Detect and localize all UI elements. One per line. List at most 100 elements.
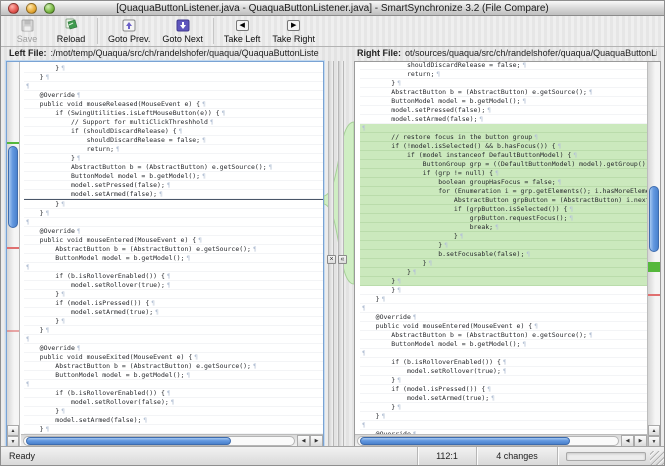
- code-line: AbstractButton b = (AbstractButton) e.ge…: [360, 88, 647, 97]
- code-line: model.setArmed(true);: [24, 308, 323, 317]
- diff-overview-marker-red: [7, 330, 19, 332]
- minimize-button[interactable]: [26, 3, 37, 14]
- left-horizontal-scrollbar-thumb[interactable]: [26, 437, 231, 445]
- code-line: model.setArmed(false);: [24, 190, 323, 199]
- code-line: AbstractButton b = (AbstractButton) e.ge…: [24, 245, 323, 254]
- left-pane: ▲ ▼ } } @Override public void mouseRelea…: [6, 61, 324, 448]
- take-left-button[interactable]: ◀ Take Left: [218, 16, 267, 46]
- save-icon: [21, 18, 34, 33]
- code-line: }: [360, 376, 647, 385]
- code-line: }: [24, 425, 323, 434]
- code-line: }: [360, 79, 647, 88]
- code-line: @Override: [24, 91, 323, 100]
- code-line: public void mouseReleased(MouseEvent e) …: [24, 100, 323, 109]
- right-file-header: Right File:ot/sources/quaqua/src/ch/rand…: [357, 48, 657, 58]
- code-line: model.setArmed(true);: [360, 394, 647, 403]
- left-arrow-icon: ◀: [626, 438, 630, 444]
- take-right-icon: ▶: [287, 18, 300, 33]
- code-line: [24, 263, 323, 272]
- code-line: }: [360, 286, 647, 295]
- goto-prev-label: Goto Prev.: [108, 34, 150, 44]
- code-line: AbstractButton b = (AbstractButton) e.ge…: [24, 163, 323, 172]
- code-line: ButtonGroup grp = ((DefaultButtonModel) …: [360, 160, 647, 169]
- code-line: if (SwingUtilities.isLeftMouseButton(e))…: [24, 109, 323, 118]
- compare-area: ▲ ▼ } } @Override public void mouseRelea…: [1, 61, 664, 448]
- left-vertical-scrollbar-thumb[interactable]: [8, 146, 18, 228]
- code-line: }: [24, 64, 323, 73]
- code-line: }: [24, 209, 323, 218]
- left-vertical-scrollbar[interactable]: ▲ ▼: [7, 62, 20, 447]
- diff-overview-marker-red: [648, 294, 660, 296]
- right-vertical-scrollbar-thumb[interactable]: [649, 186, 659, 252]
- code-line: return;: [360, 70, 647, 79]
- code-line: [24, 218, 323, 227]
- up-arrow-icon: ▲: [652, 428, 657, 434]
- code-line: ButtonModel model = b.getModel();: [24, 371, 323, 380]
- status-bar: Ready 112:1 4 changes: [1, 446, 664, 465]
- code-line: @Override: [24, 344, 323, 353]
- code-line: boolean groupHasFocus = false;: [360, 178, 647, 187]
- reject-change-button[interactable]: ×: [327, 255, 336, 264]
- code-line: }: [24, 200, 323, 209]
- right-arrow-icon: ▶: [315, 438, 319, 444]
- code-line: if (shouldDiscardRelease) {: [24, 127, 323, 136]
- code-line: for (Enumeration i = grp.getElements(); …: [360, 187, 647, 196]
- scroll-up-button[interactable]: ▲: [7, 425, 19, 436]
- code-line: }: [360, 403, 647, 412]
- code-line: }: [360, 232, 647, 241]
- scroll-up-button[interactable]: ▲: [648, 425, 660, 436]
- left-file-path: :/mot/temp/Quaqua/src/ch/randelshofer/qu…: [51, 48, 319, 58]
- right-file-path: ot/sources/quaqua/src/ch/randelshofer/qu…: [405, 48, 657, 58]
- code-line: }: [360, 412, 647, 421]
- zoom-button[interactable]: [44, 3, 55, 14]
- toolbar: Save Reload Goto Prev. Goto Next ◀: [1, 16, 664, 47]
- traffic-lights: [8, 3, 55, 14]
- left-code[interactable]: } } @Override public void mouseReleased(…: [21, 62, 323, 434]
- down-arrow-icon: ▼: [11, 439, 16, 445]
- reload-button[interactable]: Reload: [49, 16, 93, 46]
- code-line: model.setPressed(false);: [360, 106, 647, 115]
- code-line: model.setRollover(true);: [360, 367, 647, 376]
- right-code[interactable]: shouldDiscardRelease = false; return; } …: [355, 59, 647, 434]
- goto-next-button[interactable]: Goto Next: [156, 16, 209, 46]
- code-line: AbstractButton b = (AbstractButton) e.ge…: [360, 331, 647, 340]
- code-line: if (!model.isSelected() && b.hasFocus())…: [360, 142, 647, 151]
- cursor-position: 112:1: [418, 451, 476, 461]
- right-arrow-icon: ▶: [639, 438, 643, 444]
- save-button[interactable]: Save: [5, 16, 49, 46]
- right-horizontal-scrollbar-thumb[interactable]: [360, 437, 570, 445]
- code-line: [360, 124, 647, 133]
- code-line: public void mouseExited(MouseEvent e) {: [24, 353, 323, 362]
- code-line: // Support for multiClickThreshhold: [24, 118, 323, 127]
- code-line: public void mouseEntered(MouseEvent e) {: [360, 322, 647, 331]
- code-line: [360, 421, 647, 430]
- code-line: AbstractButton grpButton = (AbstractButt…: [360, 196, 647, 205]
- goto-next-label: Goto Next: [162, 34, 203, 44]
- code-line: shouldDiscardRelease = false;: [24, 136, 323, 145]
- goto-prev-icon: [122, 18, 136, 33]
- code-line: }: [24, 154, 323, 163]
- code-line: ButtonModel model = b.getModel();: [24, 172, 323, 181]
- left-file-label: Left File:: [9, 48, 47, 58]
- take-change-button[interactable]: «: [338, 255, 347, 264]
- code-line: }: [360, 259, 647, 268]
- code-line: @Override: [360, 313, 647, 322]
- code-line: // restore focus in the button group: [360, 133, 647, 142]
- code-line: }: [360, 241, 647, 250]
- right-vertical-scrollbar[interactable]: ▲ ▼: [647, 62, 660, 447]
- right-horizontal-scrollbar-track[interactable]: [357, 436, 619, 446]
- resize-grip[interactable]: [650, 451, 664, 465]
- code-line: ButtonModel model = b.getModel();: [360, 340, 647, 349]
- status-message: Ready: [1, 451, 417, 461]
- goto-prev-button[interactable]: Goto Prev.: [102, 16, 156, 46]
- code-line: }: [24, 317, 323, 326]
- take-right-button[interactable]: ▶ Take Right: [266, 16, 321, 46]
- code-line: [24, 82, 323, 91]
- close-button[interactable]: [8, 3, 19, 14]
- code-line: if (model.isPressed()) {: [360, 385, 647, 394]
- left-horizontal-scrollbar-track[interactable]: [23, 436, 295, 446]
- code-line: }: [24, 326, 323, 335]
- take-right-label: Take Right: [272, 34, 315, 44]
- down-arrow-icon: ▼: [652, 439, 657, 445]
- code-line: [24, 380, 323, 389]
